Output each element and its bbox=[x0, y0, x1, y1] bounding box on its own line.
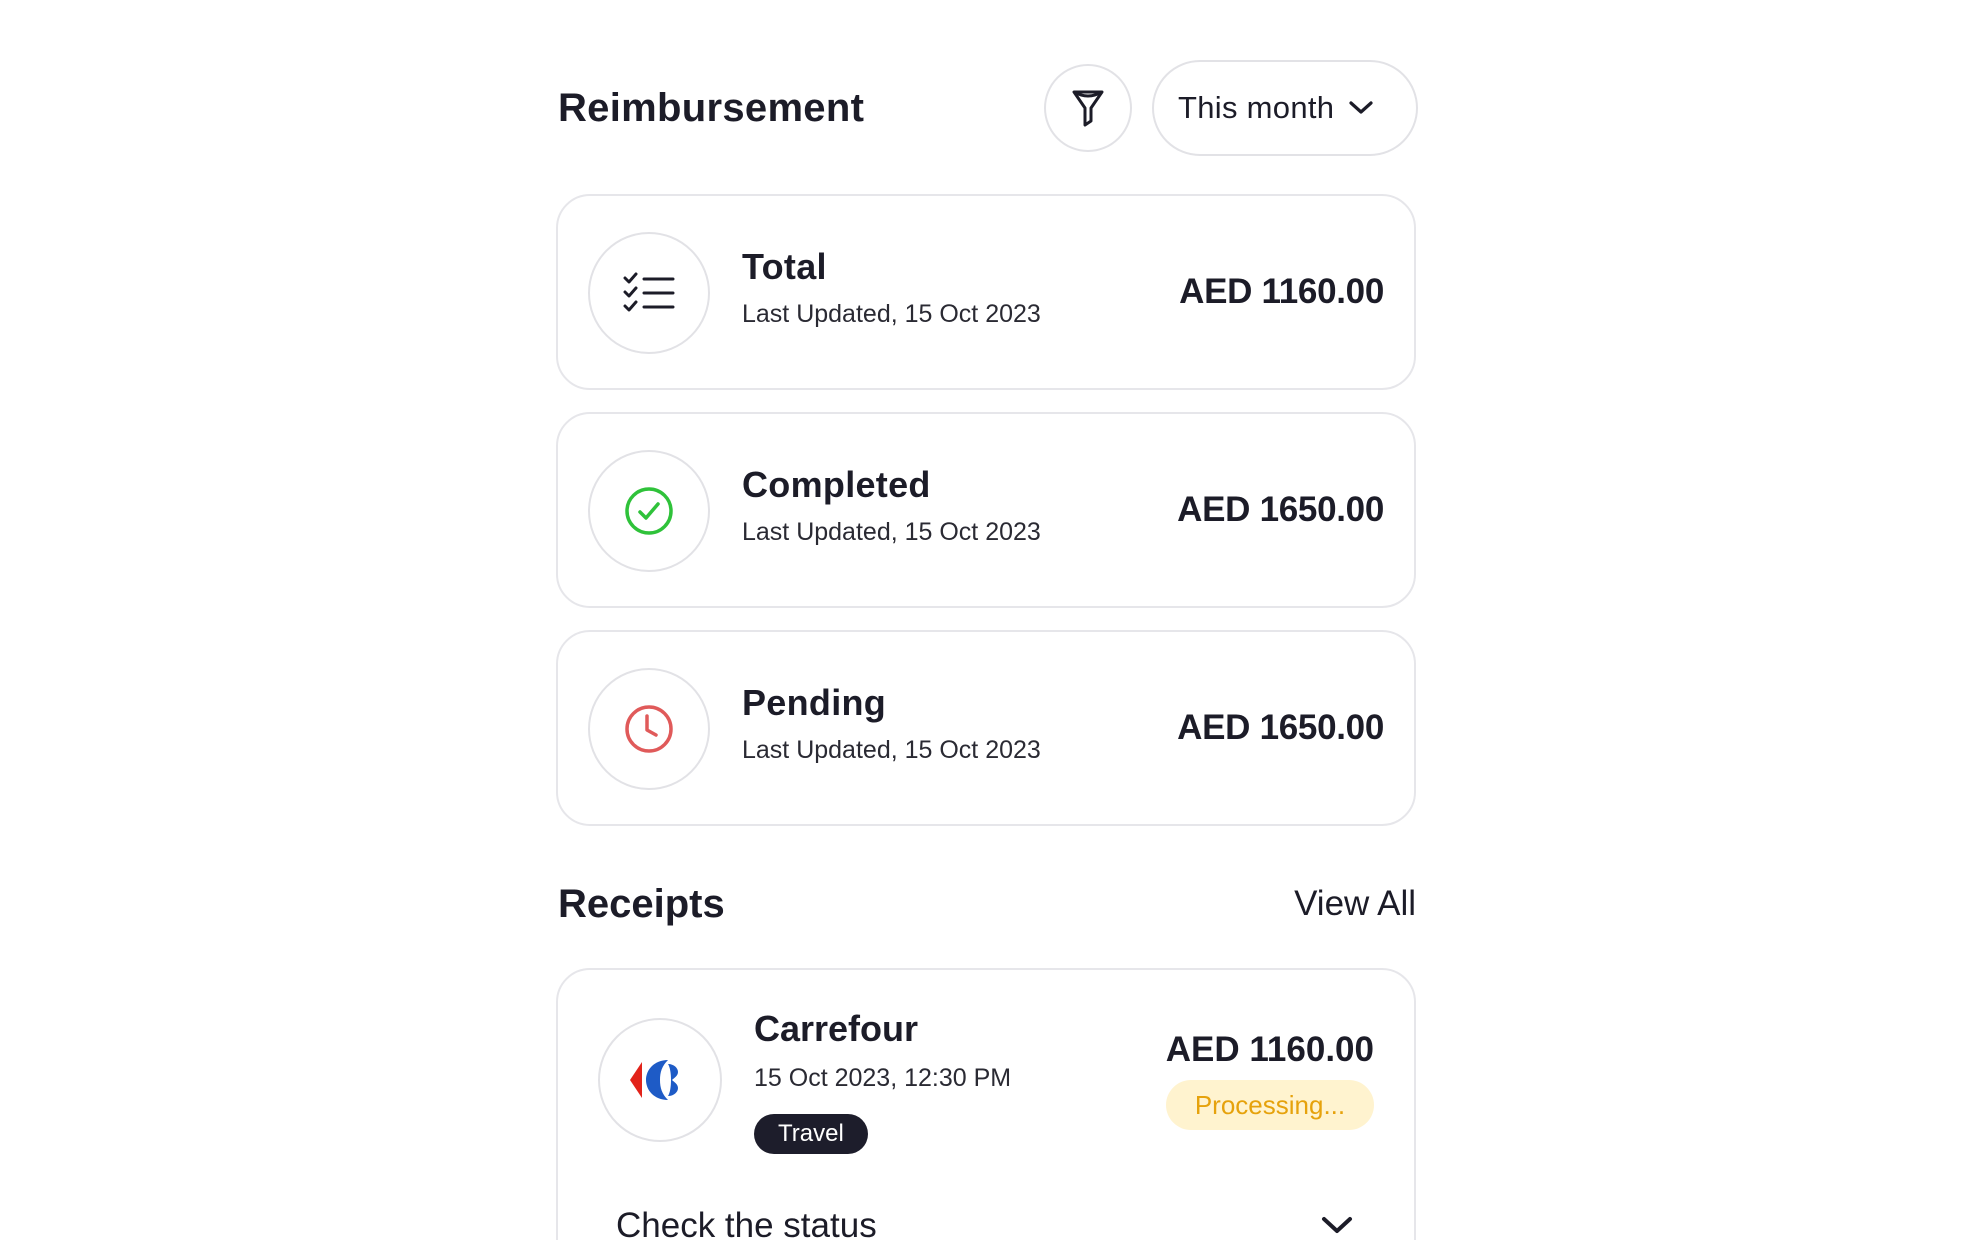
summary-card-title: Total bbox=[742, 246, 827, 287]
summary-card-updated: Last Updated, 15 Oct 2023 bbox=[742, 518, 1041, 546]
view-all-link[interactable]: View All bbox=[1294, 884, 1416, 924]
checklist-icon bbox=[623, 272, 675, 312]
receipts-title: Receipts bbox=[558, 882, 725, 926]
filter-button[interactable] bbox=[1044, 64, 1132, 152]
status-badge: Processing... bbox=[1166, 1080, 1374, 1130]
chevron-down-icon bbox=[1349, 101, 1373, 114]
clock-icon bbox=[625, 705, 673, 753]
summary-card-total[interactable]: Total Last Updated, 15 Oct 2023 AED 1160… bbox=[556, 194, 1416, 390]
summary-icon-circle bbox=[588, 232, 710, 354]
carrefour-logo bbox=[630, 1060, 678, 1100]
category-tag: Travel bbox=[754, 1114, 868, 1154]
summary-card-amount: AED 1650.00 bbox=[1177, 490, 1384, 529]
check-status-toggle[interactable]: Check the status bbox=[616, 1206, 877, 1240]
merchant-name: Carrefour bbox=[754, 1008, 919, 1049]
period-select[interactable]: This month bbox=[1152, 60, 1418, 156]
summary-card-title: Pending bbox=[742, 682, 887, 723]
summary-card-pending[interactable]: Pending Last Updated, 15 Oct 2023 AED 16… bbox=[556, 630, 1416, 826]
summary-icon-circle bbox=[588, 668, 710, 790]
summary-card-amount: AED 1650.00 bbox=[1177, 708, 1384, 747]
reimbursement-screen: Reimbursement This month Total Last Upda… bbox=[0, 0, 1968, 1240]
receipt-datetime: 15 Oct 2023, 12:30 PM bbox=[754, 1064, 1012, 1092]
check-circle-icon bbox=[625, 487, 673, 535]
header: Reimbursement This month bbox=[556, 58, 1418, 158]
page-title: Reimbursement bbox=[558, 86, 865, 130]
receipt-amount: AED 1160.00 bbox=[1165, 1030, 1374, 1069]
summary-card-updated: Last Updated, 15 Oct 2023 bbox=[742, 300, 1041, 328]
summary-card-completed[interactable]: Completed Last Updated, 15 Oct 2023 AED … bbox=[556, 412, 1416, 608]
chevron-down-icon[interactable] bbox=[1320, 1214, 1354, 1236]
summary-card-title: Completed bbox=[742, 464, 931, 505]
receipts-header: Receipts View All bbox=[556, 878, 1416, 934]
summary-card-amount: AED 1160.00 bbox=[1179, 272, 1384, 311]
summary-card-updated: Last Updated, 15 Oct 2023 bbox=[742, 736, 1041, 764]
filter-icon bbox=[1072, 90, 1104, 127]
merchant-logo bbox=[598, 1018, 722, 1142]
summary-icon-circle bbox=[588, 450, 710, 572]
period-select-value: This month bbox=[1178, 90, 1335, 125]
receipt-card[interactable]: Carrefour 15 Oct 2023, 12:30 PM Travel A… bbox=[556, 968, 1416, 1240]
